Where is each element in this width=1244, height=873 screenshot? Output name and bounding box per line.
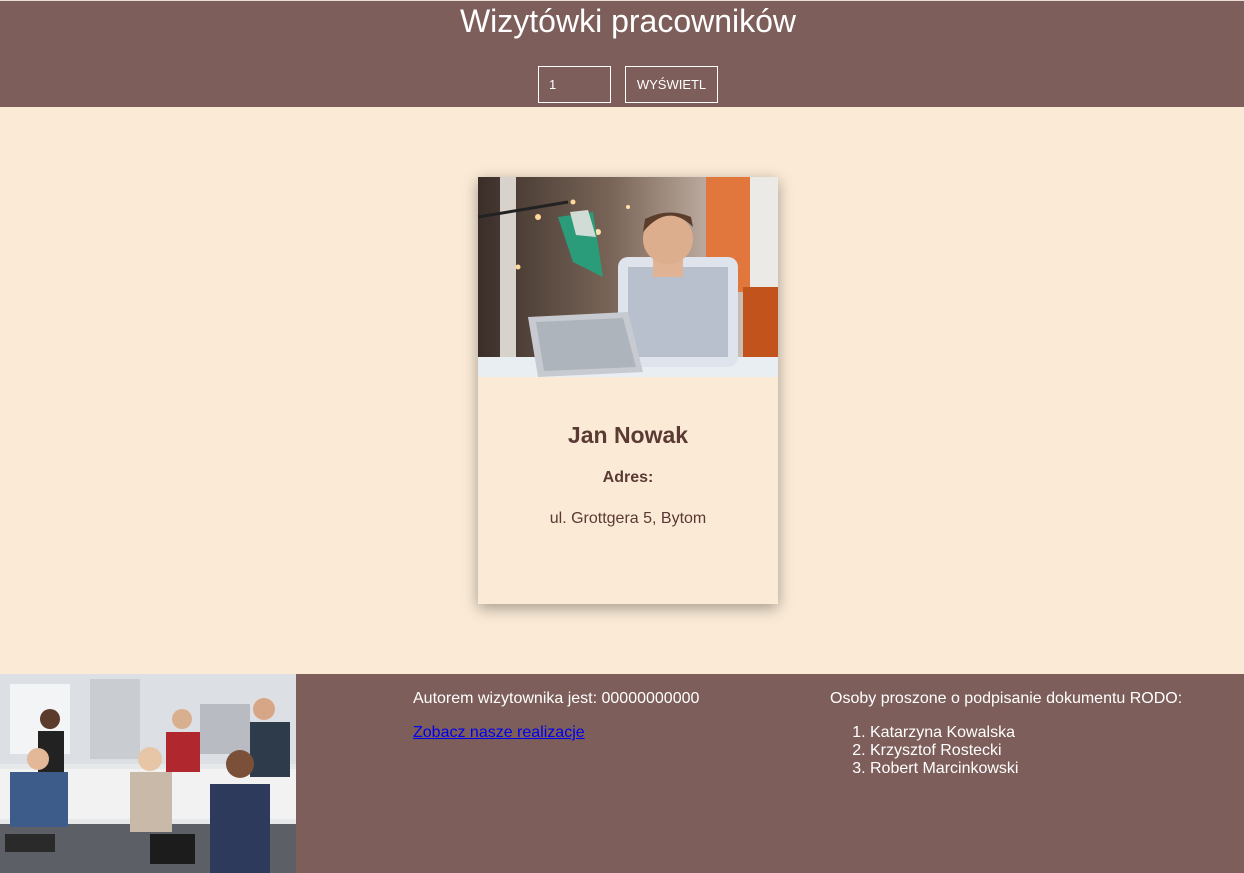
list-item: Robert Marcinkowski [870,760,1018,778]
page-title: Wizytówki pracowników [459,3,797,39]
page-footer: Autorem wizytownika jest: 00000000000 Zo… [0,674,1244,873]
address-value: ul. Grottgera 5, Bytom [549,510,707,527]
rodo-list: Katarzyna Kowalska Krzysztof Rostecki Ro… [830,724,1018,778]
rodo-heading: Osoby proszone o podpisanie dokumentu RO… [830,690,1183,707]
show-button[interactable]: WYŚWIETL [625,66,718,103]
realizations-link[interactable]: Zobacz nasze realizacje [413,724,585,742]
list-item: Katarzyna Kowalska [870,724,1018,742]
business-card: Jan Nowak Adres: ul. Grottgera 5, Bytom [478,177,778,604]
employee-name: Jan Nowak [567,422,689,448]
address-label: Adres: [602,469,654,486]
list-item: Krzysztof Rostecki [870,742,1018,760]
page-header: Wizytówki pracowników WYŚWIETL [0,0,1244,107]
employee-id-input[interactable] [538,66,611,103]
employee-photo [478,177,778,377]
author-text: Autorem wizytownika jest: 00000000000 [413,690,700,707]
team-photo [0,674,296,873]
